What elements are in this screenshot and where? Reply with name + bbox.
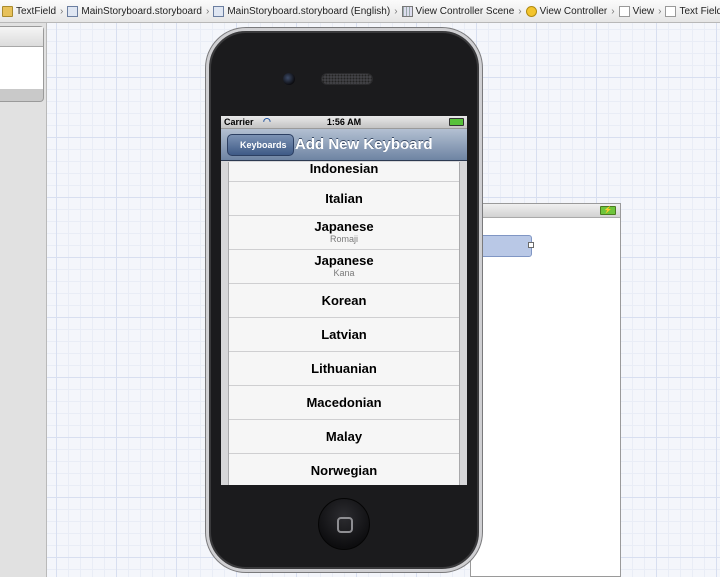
list-item[interactable]: Malay — [229, 420, 459, 454]
battery-charging-icon: ⚡ — [600, 206, 616, 215]
row-sublabel: Romaji — [329, 234, 358, 244]
jump-bar: TextField › MainStoryboard.storyboard › … — [0, 0, 720, 23]
storyboard-file-icon — [213, 5, 225, 17]
folder-icon — [2, 5, 13, 17]
breadcrumb-label: MainStoryboard.storyboard (English) — [227, 5, 391, 17]
chevron-right-icon: › — [60, 5, 64, 17]
list-item[interactable]: Indonesian — [229, 162, 459, 182]
back-button[interactable]: Keyboards — [227, 134, 294, 156]
breadcrumb-item-storyboard[interactable]: MainStoryboard.storyboard — [65, 0, 204, 22]
list-item[interactable]: Norwegian — [229, 454, 459, 485]
breadcrumb-item-storyboard-english[interactable]: MainStoryboard.storyboard (English) — [211, 0, 392, 22]
panel-header — [0, 27, 43, 47]
chevron-right-icon: › — [518, 5, 522, 17]
list-item[interactable]: Italian — [229, 182, 459, 216]
view-controller-icon — [525, 5, 537, 17]
scene-icon — [401, 5, 413, 17]
chevron-right-icon: › — [205, 5, 210, 17]
row-label: Indonesian — [309, 162, 379, 176]
status-bar: Carrier ◠ 1:56 AM — [221, 116, 467, 129]
breadcrumb-label: View Controller Scene — [415, 5, 515, 17]
row-label: Latvian — [321, 327, 367, 342]
breadcrumb-item-view-controller[interactable]: View Controller — [524, 0, 610, 22]
front-camera-icon — [283, 73, 295, 85]
chevron-right-icon: › — [611, 5, 615, 17]
view-icon — [618, 5, 630, 17]
row-label: Italian — [325, 191, 363, 206]
breadcrumb-item-text-field[interactable]: Text Field — [663, 0, 720, 22]
row-label: Japanese — [314, 253, 374, 268]
panel-body — [0, 47, 43, 89]
storyboard-file-icon — [67, 5, 79, 17]
home-square-icon — [337, 517, 353, 533]
time-label: 1:56 AM — [326, 117, 362, 127]
breadcrumb-label: View Controller — [539, 5, 608, 17]
view-controller-scene[interactable]: ⚡ — [470, 203, 621, 577]
document-outline-panel[interactable] — [0, 26, 44, 102]
row-label: Malay — [325, 429, 363, 444]
row-label: Norwegian — [310, 463, 378, 478]
earpiece-speaker — [321, 73, 373, 85]
list-item[interactable]: Lithuanian — [229, 352, 459, 386]
simulator-screen: Carrier ◠ 1:56 AM Keyboards Add New Keyb… — [221, 116, 467, 485]
row-label: Macedonian — [306, 395, 382, 410]
breadcrumb-label: Text Field — [679, 5, 720, 17]
battery-icon — [449, 118, 464, 126]
home-button[interactable] — [318, 498, 370, 550]
row-label: Lithuanian — [311, 361, 377, 376]
view-icon — [665, 5, 677, 17]
chevron-right-icon: › — [394, 5, 398, 17]
list-item[interactable]: Latvian — [229, 318, 459, 352]
breadcrumb-item-scene[interactable]: View Controller Scene — [400, 0, 517, 22]
resize-handle[interactable] — [528, 242, 534, 248]
chevron-right-icon: › — [658, 5, 662, 17]
row-label: Korean — [321, 293, 367, 308]
keyboard-list[interactable]: Indonesian Italian Japanese Romaji Japan… — [228, 162, 460, 485]
breadcrumb-item-view[interactable]: View — [617, 0, 657, 22]
scene-status-bar: ⚡ — [471, 204, 620, 218]
list-item[interactable]: Japanese Romaji — [229, 216, 459, 250]
nav-title: Add New Keyboard — [295, 136, 433, 153]
row-sublabel: Kana — [333, 268, 355, 278]
navigation-bar: Keyboards Add New Keyboard — [221, 129, 467, 161]
breadcrumb-label: MainStoryboard.storyboard — [81, 5, 202, 17]
list-item[interactable]: Macedonian — [229, 386, 459, 420]
list-item[interactable]: Japanese Kana — [229, 250, 459, 284]
row-label: Japanese — [314, 219, 374, 234]
breadcrumb-item-project[interactable]: TextField — [0, 0, 58, 22]
canvas-left-gutter — [0, 23, 47, 577]
breadcrumb-label: View — [632, 5, 655, 17]
iphone-simulator: Carrier ◠ 1:56 AM Keyboards Add New Keyb… — [206, 28, 482, 572]
list-item[interactable]: Korean — [229, 284, 459, 318]
breadcrumb-label: TextField — [16, 5, 57, 17]
